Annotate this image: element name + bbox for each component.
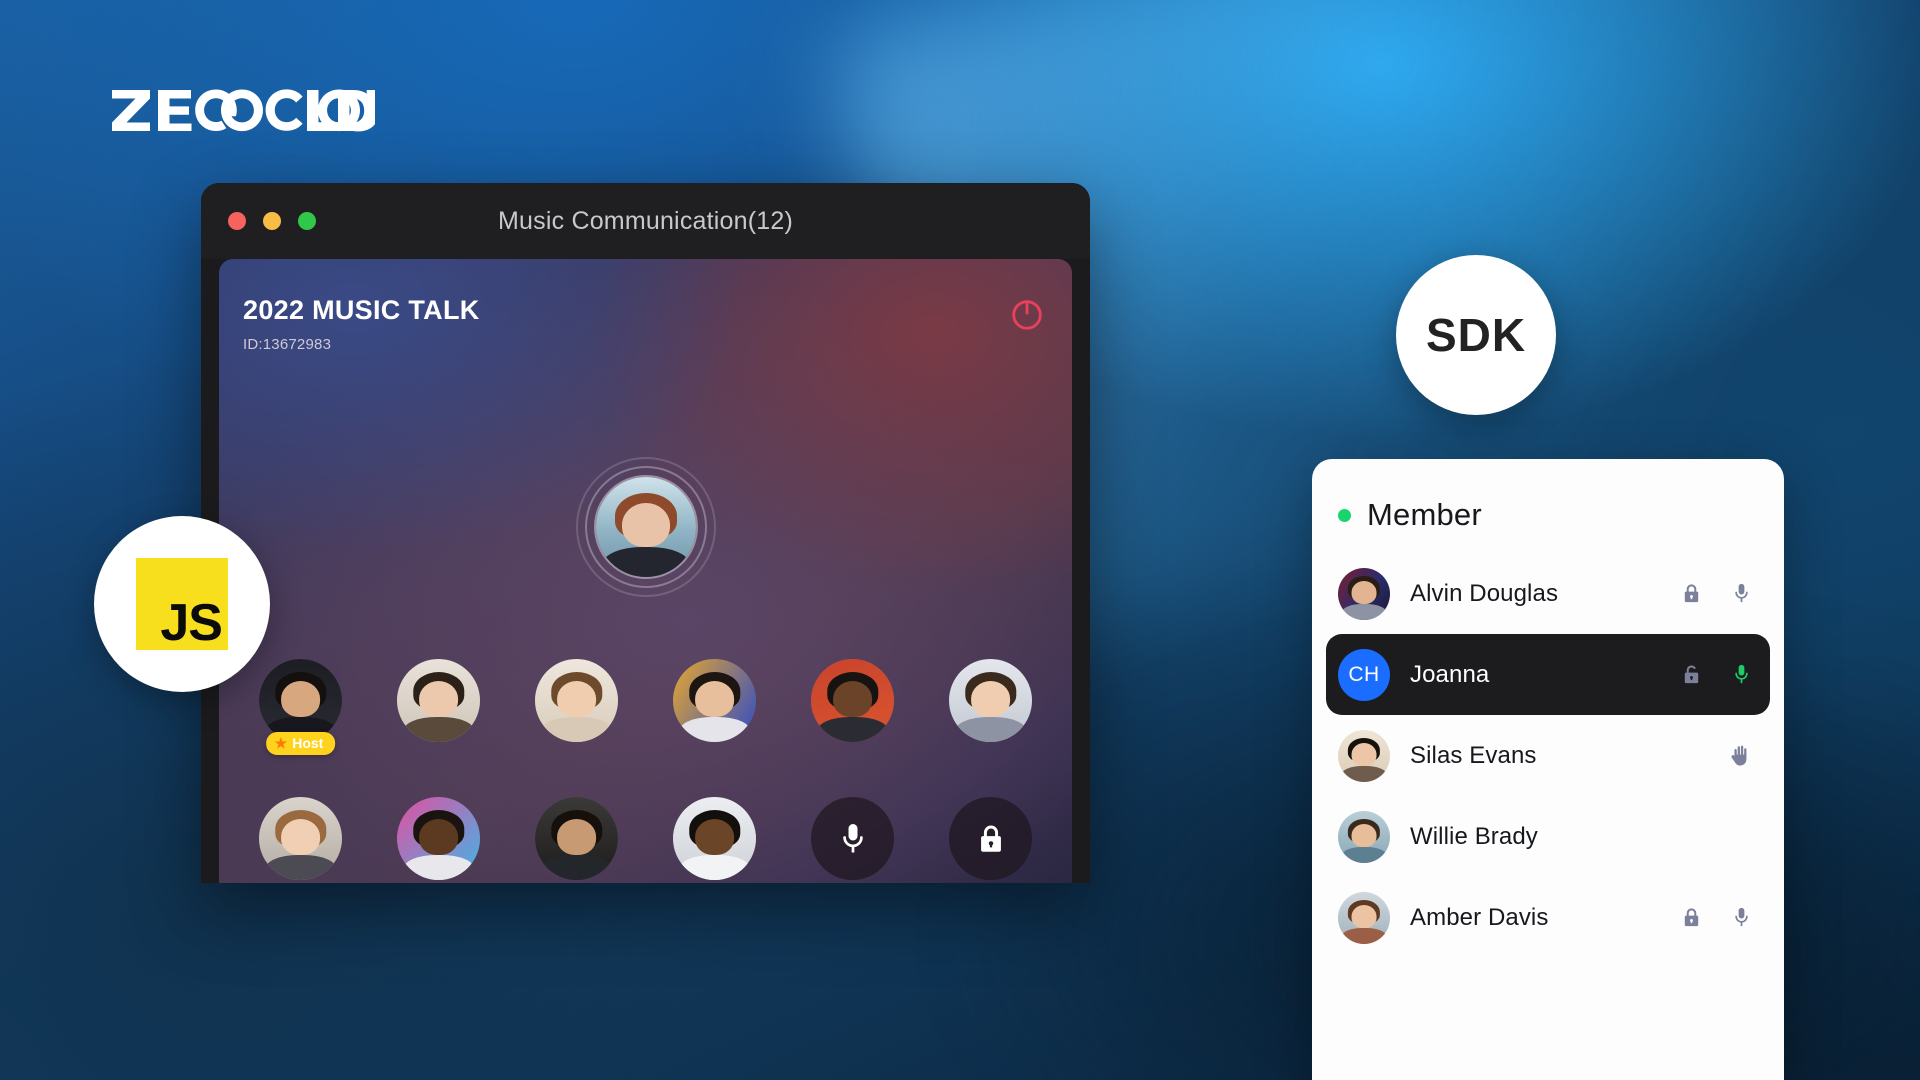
close-button[interactable] (228, 212, 246, 230)
empty-seat-lock[interactable] (949, 797, 1032, 880)
seat-2[interactable] (397, 659, 480, 742)
power-icon[interactable] (1008, 295, 1046, 333)
avatar (1338, 810, 1390, 863)
avatar (673, 797, 756, 880)
avatar (1338, 891, 1390, 944)
member-row[interactable]: Willie Brady (1326, 796, 1770, 877)
empty-seat-microphone[interactable] (811, 797, 894, 880)
avatar (259, 659, 342, 742)
window-title: Music Communication(12) (498, 206, 793, 235)
member-panel: Member Alvin Douglas CH Joanna Silas Eva… (1312, 459, 1784, 1080)
room-title: 2022 MUSIC TALK (243, 295, 480, 325)
member-row[interactable]: CH Joanna (1326, 634, 1770, 715)
avatar (397, 659, 480, 742)
avatar (1338, 567, 1390, 620)
microphone-icon[interactable] (1730, 582, 1753, 605)
member-row-icons (1680, 582, 1753, 605)
lock-icon[interactable] (1680, 582, 1703, 605)
seat-8[interactable] (397, 797, 480, 880)
seat-host[interactable]: ★ Host (259, 659, 342, 755)
javascript-badge-label: JS (160, 594, 223, 653)
seat-4[interactable] (673, 659, 756, 742)
sdk-badge: SDK (1396, 255, 1556, 415)
member-list: Alvin Douglas CH Joanna Silas Evans Will… (1312, 553, 1784, 958)
javascript-logo-icon: JS (136, 558, 228, 650)
maximize-button[interactable] (298, 212, 316, 230)
avatar (1338, 729, 1390, 782)
javascript-badge: JS (94, 516, 270, 692)
member-row[interactable]: Alvin Douglas (1326, 553, 1770, 634)
window-traffic-lights (228, 212, 316, 230)
app-window: Music Communication(12) 2022 MUSIC TALK … (201, 183, 1090, 883)
member-row-icons (1680, 663, 1753, 686)
room-header: 2022 MUSIC TALK ID:13672983 (243, 295, 480, 353)
member-name: Alvin Douglas (1410, 579, 1559, 607)
zegocloud-logo (110, 88, 375, 132)
member-name: Willie Brady (1410, 822, 1538, 850)
raise-hand-icon[interactable] (1728, 743, 1753, 768)
member-row[interactable]: Silas Evans (1326, 715, 1770, 796)
member-name: Joanna (1410, 660, 1490, 688)
room-stage: 2022 MUSIC TALK ID:13672983 ★ Host (219, 259, 1072, 883)
seat-7[interactable] (259, 797, 342, 880)
avatar (535, 797, 618, 880)
unlock-icon[interactable] (1680, 663, 1703, 686)
member-name: Silas Evans (1410, 741, 1537, 769)
member-name: Amber Davis (1410, 903, 1549, 931)
seat-5[interactable] (811, 659, 894, 742)
seat-6[interactable] (949, 659, 1032, 742)
avatar (811, 659, 894, 742)
microphone-icon[interactable] (1730, 663, 1753, 686)
star-icon: ★ (274, 735, 288, 751)
lock-icon[interactable] (1680, 906, 1703, 929)
seat-3[interactable] (535, 659, 618, 742)
seat-row-2 (219, 797, 1072, 880)
window-titlebar: Music Communication(12) (201, 183, 1090, 259)
member-row[interactable]: Amber Davis (1326, 877, 1770, 958)
avatar (535, 659, 618, 742)
member-panel-header: Member (1312, 459, 1784, 533)
online-status-dot (1338, 508, 1351, 522)
minimize-button[interactable] (263, 212, 281, 230)
member-row-icons (1680, 906, 1753, 929)
avatar (595, 477, 696, 577)
active-speaker[interactable] (575, 457, 716, 597)
seat-9[interactable] (535, 797, 618, 880)
avatar (949, 659, 1032, 742)
sdk-badge-label: SDK (1425, 309, 1527, 361)
seat-10[interactable] (673, 797, 756, 880)
member-panel-title: Member (1367, 497, 1482, 532)
room-id: ID:13672983 (243, 336, 332, 353)
avatar (673, 659, 756, 742)
avatar-initials: CH (1338, 648, 1390, 701)
avatar (397, 797, 480, 880)
avatar (259, 797, 342, 880)
host-badge-label: Host (292, 735, 324, 751)
microphone-icon[interactable] (1730, 906, 1753, 929)
seat-row-1: ★ Host (219, 659, 1072, 755)
member-row-icons (1728, 743, 1753, 768)
host-badge: ★ Host (265, 732, 336, 755)
